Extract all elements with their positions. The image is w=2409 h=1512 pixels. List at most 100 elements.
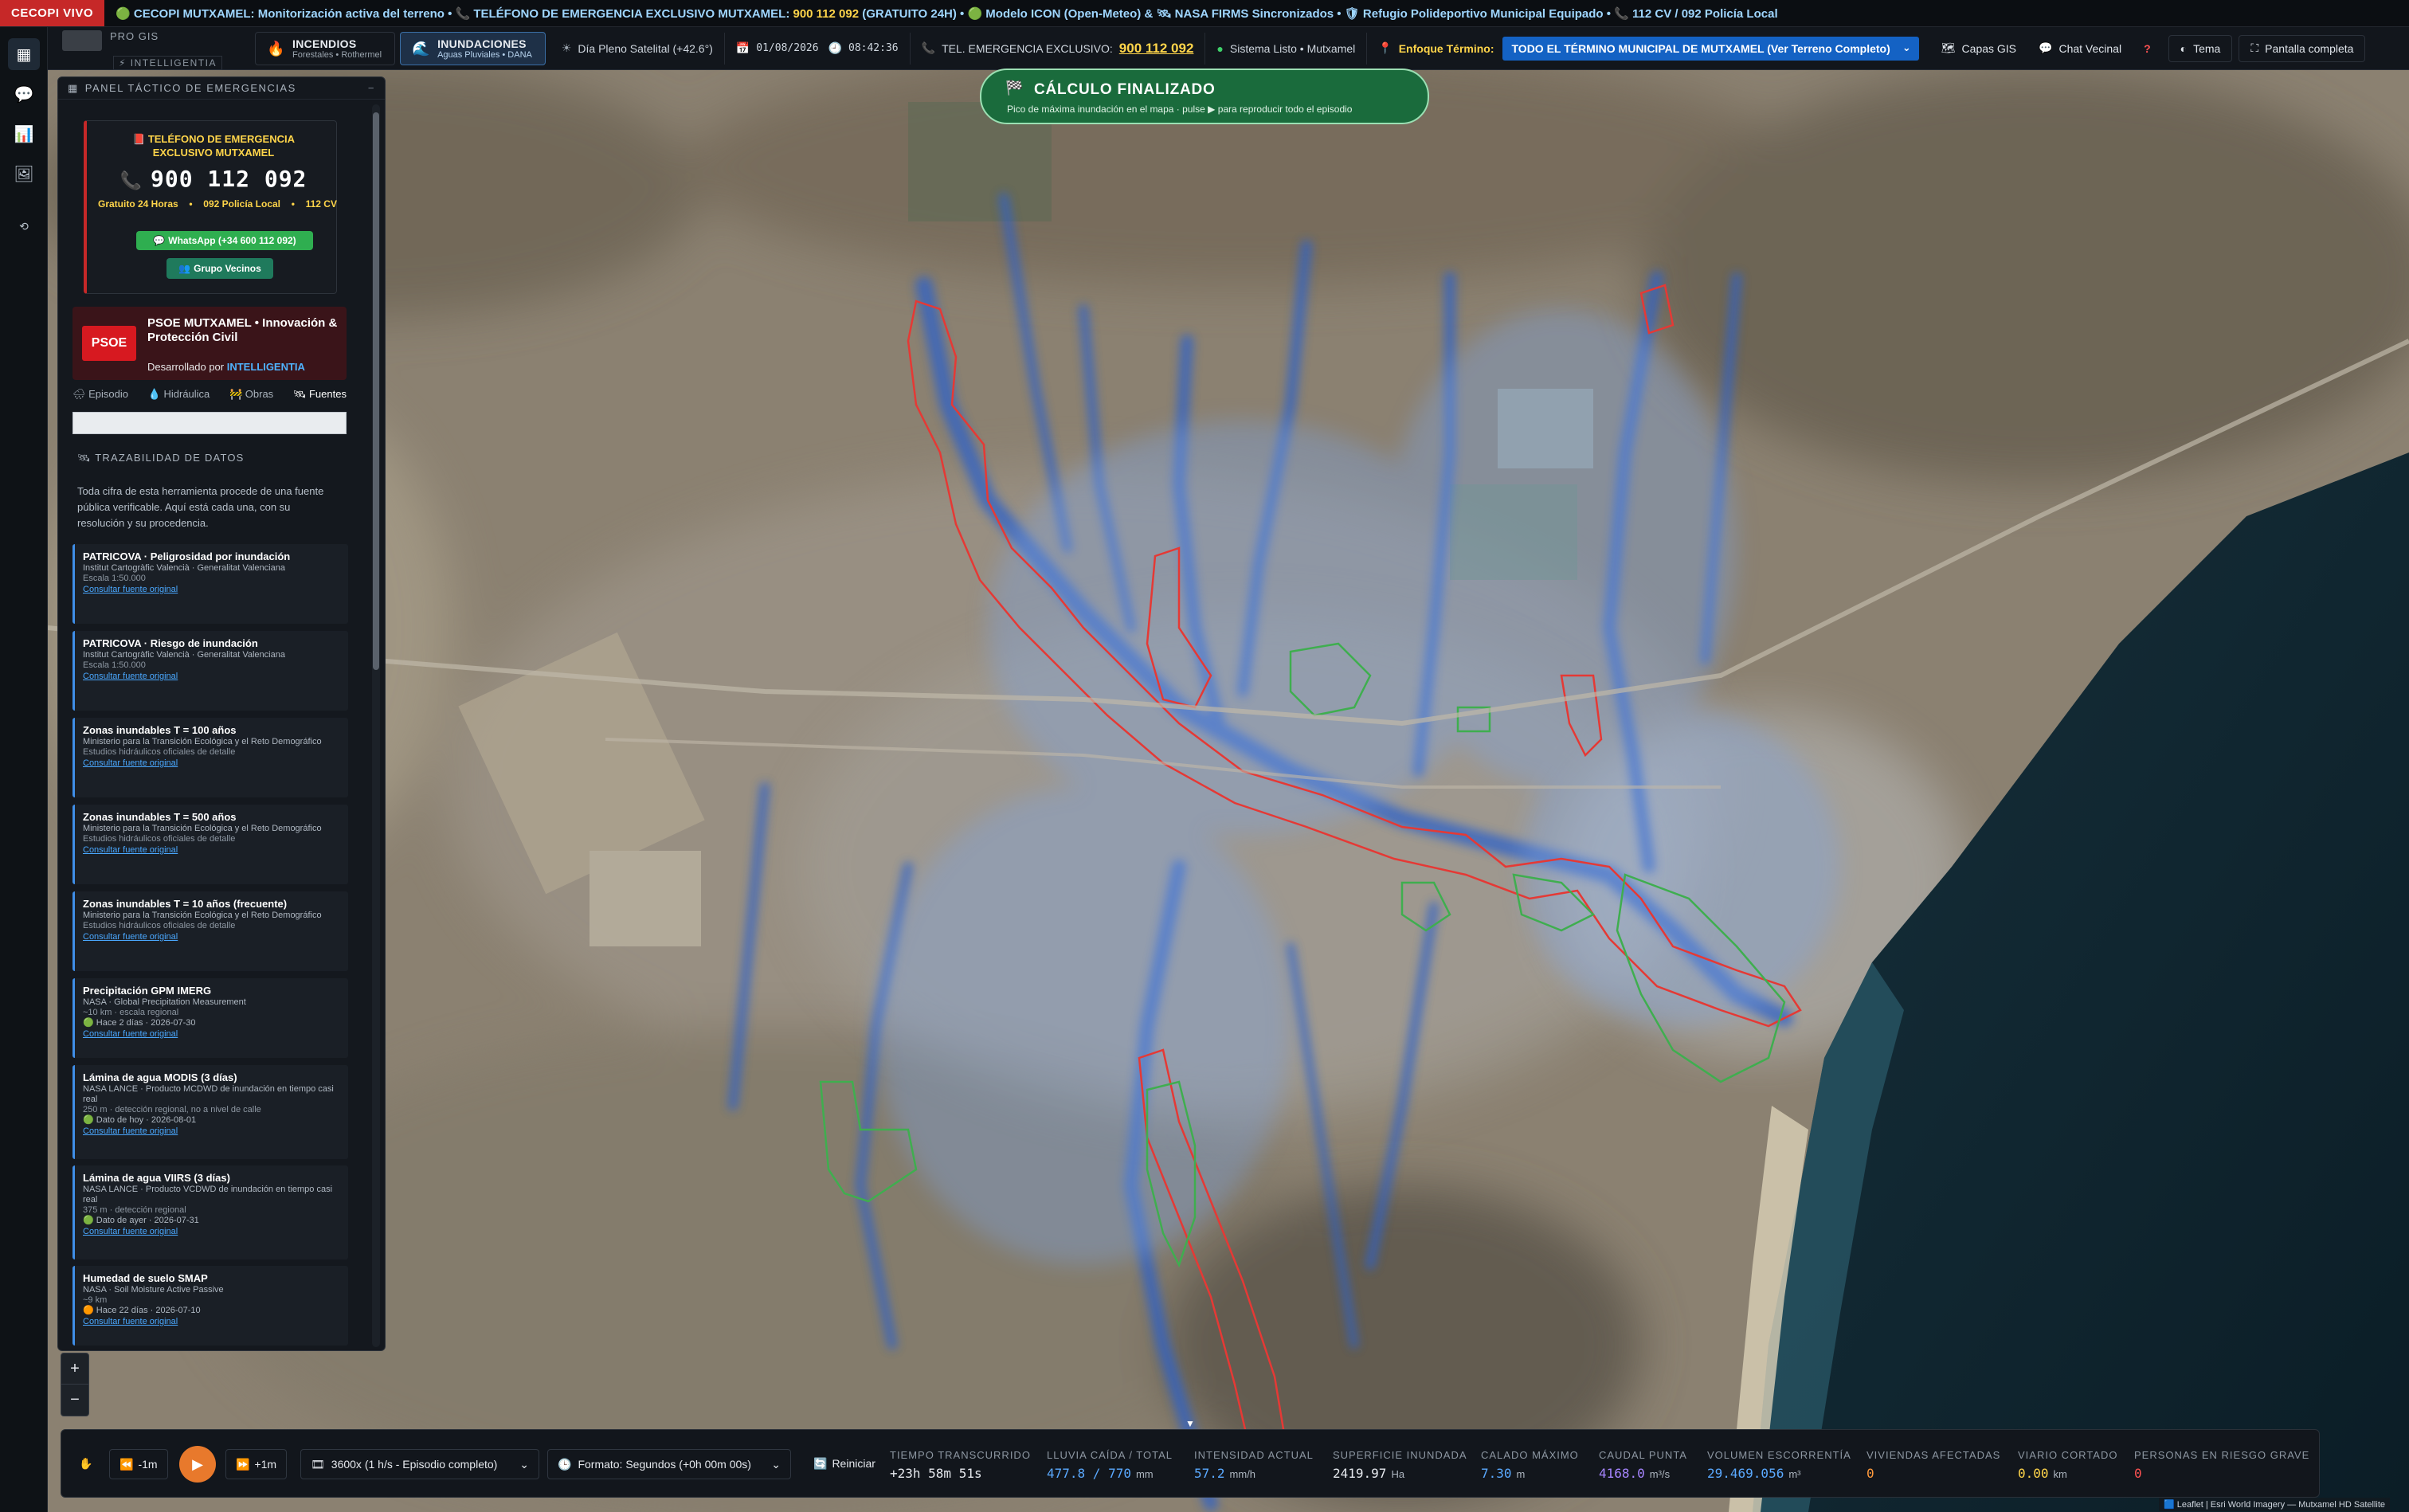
source-meta: 375 m · detección regional xyxy=(83,1205,186,1215)
calendar-icon: 📅 xyxy=(735,41,750,54)
fullscreen-button[interactable]: ⛶ Pantalla completa xyxy=(2239,34,2366,62)
rewind-icon: ⏪ xyxy=(119,1457,134,1471)
tab-fuentes[interactable]: 🛰 Fuentes xyxy=(293,388,347,407)
source-link[interactable]: Consultar fuente original xyxy=(83,931,340,942)
construction-icon: 🚧 xyxy=(229,388,245,400)
source-link[interactable]: Consultar fuente original xyxy=(83,1316,340,1327)
source-link[interactable]: Consultar fuente original xyxy=(83,1126,340,1137)
source-org: NASA · Global Precipitation Measurement xyxy=(83,997,246,1007)
telephone-icon: 📞 xyxy=(119,171,143,191)
mode-flood-button[interactable]: 🌊 INUNDACIONES Aguas Pluviales • DANA xyxy=(400,31,546,65)
stat-roads-cut: VIARIO CORTADO 0.00 km xyxy=(2018,1449,2117,1481)
date-text: 01/08/2026 xyxy=(756,42,819,54)
source-meta: Escala 1:50.000 xyxy=(83,574,146,583)
map-view[interactable] xyxy=(48,70,2409,1512)
source-org: Ministerio para la Transición Ecológica … xyxy=(83,824,322,833)
psoe-developer: Desarrollado por INTELLIGENTIA xyxy=(147,361,305,373)
weather-text: Día Pleno Satelital (+42.6°) xyxy=(578,41,713,55)
source-card: Zonas inundables T = 500 años Ministerio… xyxy=(72,805,348,884)
stat-value: 29.469.056 m³ xyxy=(1707,1466,1851,1481)
reset-icon: 🔄 xyxy=(813,1456,828,1470)
stat-number: 477.8 / 770 xyxy=(1047,1466,1131,1481)
chart-icon[interactable]: 📊 xyxy=(8,118,40,150)
stat-label: TIEMPO TRANSCURRIDO xyxy=(890,1449,1031,1461)
droplet-icon: 💧 xyxy=(147,388,164,400)
brand-pro-label: PRO GIS xyxy=(110,30,159,42)
chat-bubble-icon: 💬 xyxy=(2039,41,2053,54)
theme-button[interactable]: ◐ Tema xyxy=(2168,34,2233,62)
tab-hidraulica-label: Hidráulica xyxy=(163,388,210,400)
layers-button[interactable]: 🗺 Capas GIS xyxy=(1930,33,2027,65)
brand-logo xyxy=(62,30,102,51)
stat-value: 0 xyxy=(2134,1466,2309,1481)
source-link[interactable]: Consultar fuente original xyxy=(83,1028,340,1040)
satellite-map[interactable] xyxy=(48,70,2409,1512)
emergency-card-number[interactable]: 📞 900 112 092 xyxy=(87,166,340,192)
time-format-select[interactable]: 🕒 Formato: Segundos (+0h 00m 00s) ⌄ xyxy=(547,1449,791,1479)
stat-intensity: INTENSIDAD ACTUAL 57.2 mm/h xyxy=(1194,1449,1314,1481)
group-icon: 👥 xyxy=(178,263,191,274)
tab-fuentes-label: Fuentes xyxy=(308,388,347,400)
step-forward-button[interactable]: ⏩ +1m xyxy=(225,1449,288,1479)
stat-label: VOLUMEN ESCORRENTÍA xyxy=(1707,1449,1851,1461)
whatsapp-button[interactable]: 💬 WhatsApp (+34 600 112 092) xyxy=(136,231,313,250)
source-title: PATRICOVA · Riesgo de inundación xyxy=(83,637,258,649)
tab-episodio[interactable]: 🌧 Episodio xyxy=(72,388,128,407)
calculation-finished-banner: 🏁 CÁLCULO FINALIZADO Pico de máxima inun… xyxy=(980,69,1429,124)
source-title: Precipitación GPM IMERG xyxy=(83,985,212,997)
emergency-phone: 📞 TEL. EMERGENCIA EXCLUSIVO: 900 112 092 xyxy=(911,32,1206,65)
tab-content-bar xyxy=(72,412,347,434)
neighbors-group-button[interactable]: 👥 Grupo Vecinos xyxy=(166,258,273,279)
panel-header: ▦ PANEL TÁCTICO DE EMERGENCIAS − xyxy=(58,77,385,100)
scrollbar-thumb[interactable] xyxy=(373,112,379,670)
banner-title: CÁLCULO FINALIZADO xyxy=(1034,81,1216,98)
step-back-button[interactable]: ⏪ -1m xyxy=(109,1449,168,1479)
minimize-icon[interactable]: − xyxy=(368,82,375,94)
mode-flood-title: INUNDACIONES xyxy=(437,37,527,50)
dashboard-icon[interactable]: ▦ xyxy=(8,38,40,70)
image-icon[interactable]: 🖼 xyxy=(8,158,40,190)
play-button[interactable]: ▶ xyxy=(179,1446,216,1483)
tab-hidraulica[interactable]: 💧 Hidráulica xyxy=(148,388,210,407)
map-attribution[interactable]: 🟦 Leaflet | Esri World Imagery — Mutxame… xyxy=(2159,1498,2390,1511)
source-link[interactable]: Consultar fuente original xyxy=(83,584,340,595)
chat-icon[interactable]: 💬 xyxy=(8,78,40,110)
tab-obras[interactable]: 🚧 Obras xyxy=(229,388,273,407)
emergency-number[interactable]: 900 112 092 xyxy=(1119,41,1194,57)
zoom-out-button[interactable]: − xyxy=(61,1385,88,1416)
speed-value: 3600x (1 h/s - Episodio completo) xyxy=(331,1458,498,1471)
info-police: 092 Policía Local xyxy=(203,198,280,210)
mode-fire-button[interactable]: 🔥 INCENDIOS Forestales • Rothermel xyxy=(255,31,396,65)
help-button[interactable]: ? xyxy=(2133,33,2162,65)
traceability-description: Toda cifra de esta herramienta procede d… xyxy=(77,485,324,529)
source-org: NASA · Soil Moisture Active Passive xyxy=(83,1285,224,1295)
source-link[interactable]: Consultar fuente original xyxy=(83,758,340,769)
hand-icon[interactable]: ✋ xyxy=(79,1447,92,1479)
collapse-icon[interactable]: ⟲ xyxy=(8,210,40,242)
source-card: Zonas inundables T = 100 años Ministerio… xyxy=(72,718,348,797)
source-link[interactable]: Consultar fuente original xyxy=(83,671,340,682)
stat-number: 57.2 xyxy=(1194,1466,1225,1481)
reset-button[interactable]: 🔄 Reiniciar xyxy=(813,1447,875,1479)
panel-scrollbar[interactable] xyxy=(372,104,380,1347)
source-title: Zonas inundables T = 10 años (frecuente) xyxy=(83,898,288,910)
psoe-dev-name[interactable]: INTELLIGENTIA xyxy=(227,361,305,373)
zoom-in-button[interactable]: + xyxy=(61,1353,88,1385)
clock-icon: 🕒 xyxy=(558,1457,572,1471)
stat-peak-flow: CAUDAL PUNTA 4168.0 m³/s xyxy=(1599,1449,1687,1481)
phone-red-icon: 📕 xyxy=(132,133,148,145)
reset-label: Reiniciar xyxy=(832,1457,875,1470)
source-card: PATRICOVA · Peligrosidad por inundación … xyxy=(72,544,348,624)
focus-select[interactable]: TODO EL TÉRMINO MUNICIPAL DE MUTXAMEL (V… xyxy=(1502,36,1919,61)
emergency-card-number-text: 900 112 092 xyxy=(150,166,307,192)
speed-select[interactable]: 🎞 3600x (1 h/s - Episodio completo) ⌄ xyxy=(300,1449,539,1479)
stat-unit: m xyxy=(1516,1468,1526,1480)
stat-unit: mm/h xyxy=(1229,1468,1256,1480)
focus-value: TODO EL TÉRMINO MUNICIPAL DE MUTXAMEL (V… xyxy=(1511,41,1890,55)
source-status: 🟢 Hace 2 días · 2026-07-30 xyxy=(83,1018,196,1028)
mode-fire-subtitle: Forestales • Rothermel xyxy=(292,49,382,60)
film-icon: 🎞 xyxy=(311,1457,325,1471)
source-link[interactable]: Consultar fuente original xyxy=(83,844,340,856)
chat-button[interactable]: 💬 Chat Vecinal xyxy=(2027,33,2133,65)
source-link[interactable]: Consultar fuente original xyxy=(83,1226,340,1237)
